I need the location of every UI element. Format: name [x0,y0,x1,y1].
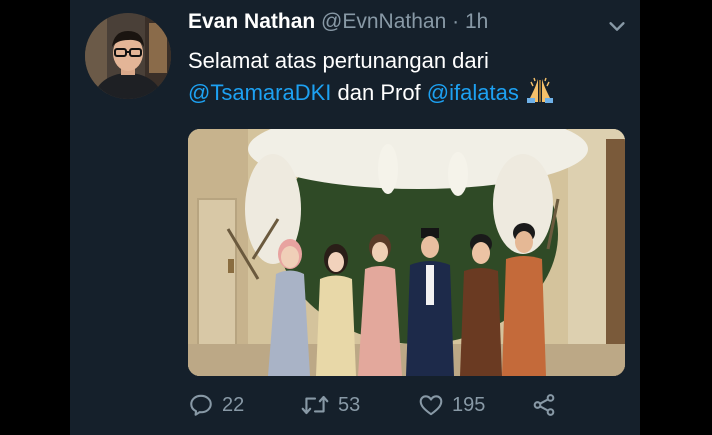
tweet-text-line2: @TsamaraDKI dan Prof @ifalatas [188,76,555,112]
user-handle[interactable]: @EvnNathan [321,10,446,33]
chevron-down-icon[interactable] [606,15,628,42]
retweet-icon [300,392,330,418]
mention-link[interactable]: @ifalatas [427,80,519,105]
share-button[interactable] [531,392,557,418]
tweet-actions: 22 53 195 [188,392,628,422]
reply-button[interactable]: 22 [188,392,244,418]
mention-link[interactable]: @TsamaraDKI [188,80,331,105]
avatar-photo [85,13,171,99]
folded-hands-emoji [525,76,555,112]
tweet-text-middle: dan Prof [337,80,421,105]
engagement-photo [188,129,625,376]
reply-count: 22 [222,393,245,416]
like-count: 195 [452,393,486,416]
display-name[interactable]: Evan Nathan [188,10,315,33]
reply-icon [188,392,214,418]
tweet-text: Selamat atas pertunangan dari @TsamaraDK… [188,45,555,112]
tweet-text-line1: Selamat atas pertunangan dari [188,48,489,73]
heart-icon [418,392,444,418]
like-button[interactable]: 195 [418,392,485,418]
avatar[interactable] [85,13,171,99]
tweet-header: Evan Nathan @EvnNathan · 1h [188,10,488,34]
separator-dot: · [452,10,460,33]
share-icon [531,392,557,418]
retweet-count: 53 [338,393,361,416]
retweet-button[interactable]: 53 [300,392,360,418]
tweet-photo[interactable] [188,129,625,376]
timestamp[interactable]: 1h [465,10,488,33]
tweet-card[interactable]: Evan Nathan @EvnNathan · 1h Selamat atas… [70,0,640,435]
